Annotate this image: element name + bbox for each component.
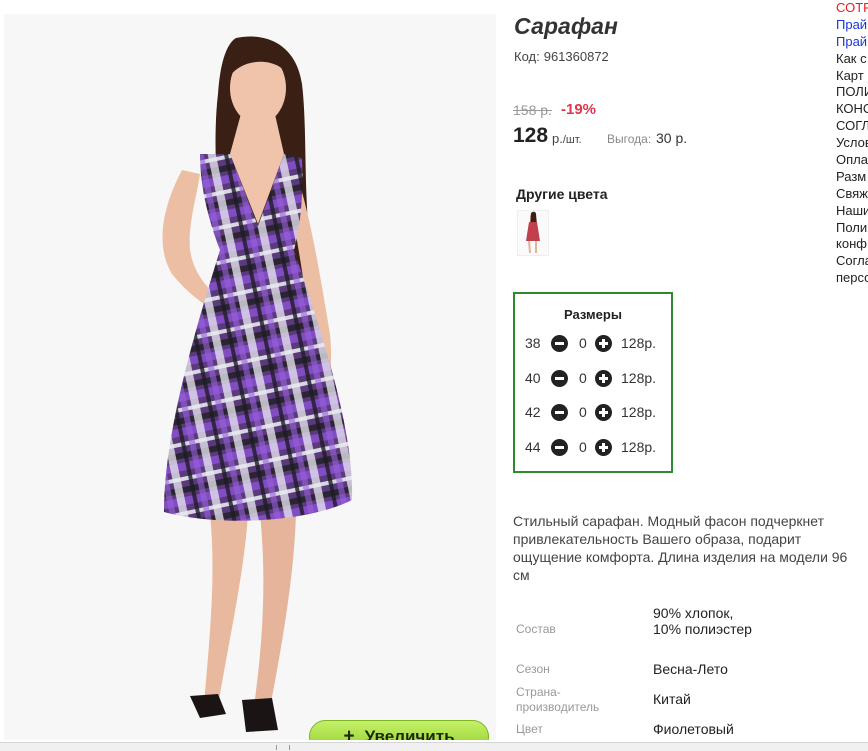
zoom-button-label: Увеличить [364,726,455,741]
current-price: 128 [513,124,549,147]
benefit-value: 30 р. [656,130,688,146]
spec-label: Страна-производитель [516,685,600,714]
side-link[interactable]: Карт [836,68,868,85]
quantity-value: 0 [579,335,587,351]
side-link[interactable]: КОНС [836,101,868,118]
spec-label: Сезон [516,662,550,676]
side-link[interactable]: Согла [836,253,868,270]
spec-value: 90% хлопок, 10% полиэстер [653,605,752,637]
size-row: 38 0 128р. [525,334,670,354]
discount-badge: -19% [561,101,597,118]
horizontal-scrollbar[interactable] [0,742,868,751]
quantity-value: 0 [579,370,587,386]
size-price: 128р. [621,370,657,386]
side-link[interactable]: Услов [836,135,868,152]
size-price: 128р. [621,439,657,455]
plus-icon[interactable] [595,439,612,456]
side-link[interactable]: персо [836,270,868,287]
side-link[interactable]: СОТР [836,0,868,17]
product-title: Сарафан [514,13,618,39]
side-link[interactable]: конф [836,236,868,253]
spec-label: Цвет [516,722,543,736]
size-label: 38 [525,335,541,351]
color-variant-thumbnail[interactable] [517,210,549,256]
color-thumbnail-image [526,211,540,254]
minus-icon[interactable] [551,404,568,421]
size-label: 42 [525,404,541,420]
side-link[interactable]: Разм [836,169,868,186]
sizes-panel: Размеры 38 0 128р. 40 0 128р. 42 0 128р.… [513,292,673,473]
quantity-value: 0 [579,404,587,420]
size-row: 40 0 128р. [525,369,670,389]
minus-icon[interactable] [551,439,568,456]
spec-value: Фиолетовый [653,721,734,737]
quantity-value: 0 [579,439,587,455]
product-photo-illustration [162,36,353,732]
size-label: 40 [525,370,541,386]
size-row: 44 0 128р. [525,438,670,458]
side-link[interactable]: Прай [836,17,868,34]
side-links-menu: СОТР Прай Прай Как с Карт ПОЛИ КОНС СОГЛ… [836,0,868,287]
side-link[interactable]: Поли [836,220,868,237]
plus-icon[interactable] [595,404,612,421]
benefit-label: Выгода: [607,132,652,146]
other-colors-title: Другие цвета [516,186,608,202]
side-link[interactable]: Свяж [836,186,868,203]
product-code-label: Код: [514,49,540,64]
side-link[interactable]: СОГЛ [836,118,868,135]
side-link[interactable]: Опла [836,152,868,169]
price-unit: р./шт. [552,131,582,146]
product-code-value: 961360872 [543,49,609,64]
size-label: 44 [525,439,541,455]
side-link[interactable]: Наши [836,203,868,220]
size-row: 42 0 128р. [525,403,670,423]
plus-icon[interactable] [595,335,612,352]
old-price: 158 р. [513,102,552,118]
minus-icon[interactable] [551,370,568,387]
side-link[interactable]: Прай [836,34,868,51]
sizes-title: Размеры [564,307,622,322]
zoom-button[interactable]: + Увеличить [309,720,489,740]
plus-icon[interactable] [595,370,612,387]
side-link[interactable]: ПОЛИ [836,84,868,101]
spec-value: Весна-Лето [653,661,728,677]
scrollbar-grip[interactable] [276,745,290,750]
spec-label: Состав [516,622,556,636]
spec-value: Китай [653,691,691,707]
side-link[interactable]: Как с [836,51,868,68]
product-image[interactable]: + Увеличить [4,14,496,740]
minus-icon[interactable] [551,335,568,352]
size-price: 128р. [621,404,657,420]
price-currency: р. [552,131,563,146]
plus-icon: + [343,725,355,741]
product-description: Стильный сарафан. Модный фасон подчеркне… [513,513,848,583]
price-per-unit: /шт. [562,134,582,146]
product-code: Код: 961360872 [514,49,609,64]
size-price: 128р. [621,335,657,351]
